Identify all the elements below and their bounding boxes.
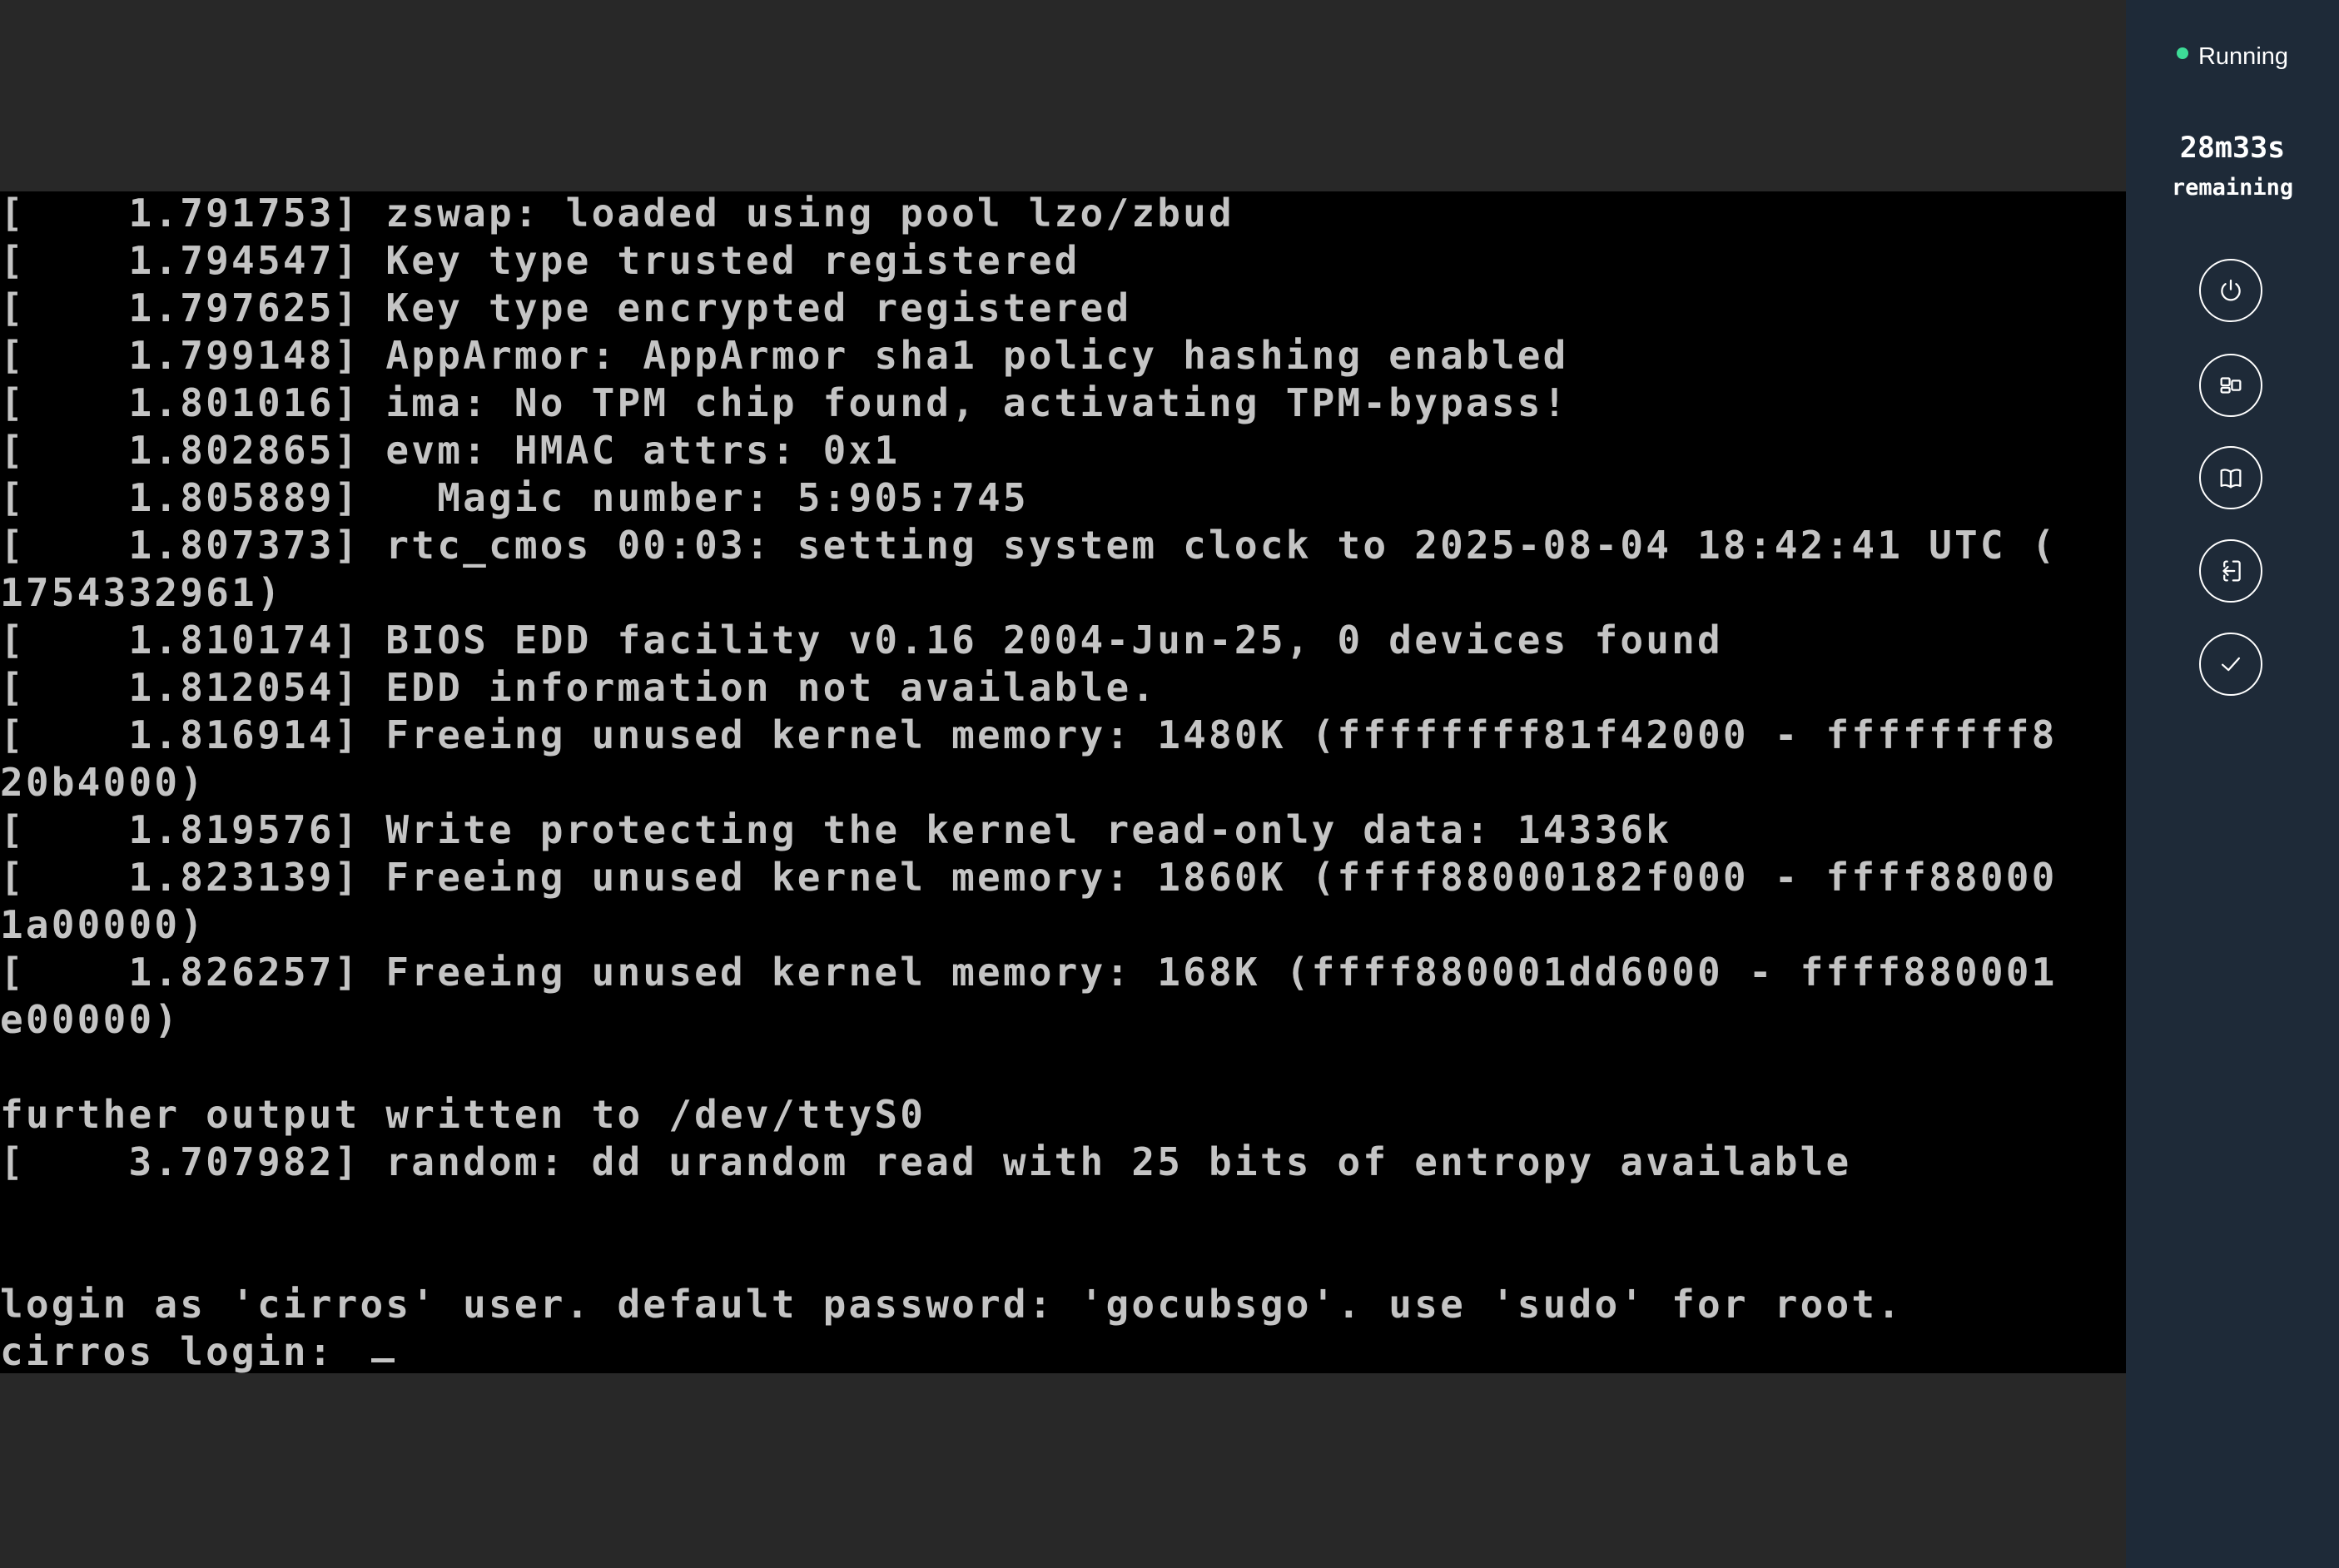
time-remaining-value: 28m33s (2179, 131, 2286, 165)
layout-icon (2220, 377, 2242, 394)
status-indicator: Running (2126, 38, 2339, 75)
power-button[interactable] (2199, 259, 2262, 322)
console-line: login as 'cirros' user. default password… (0, 1282, 1904, 1327)
layout-button[interactable] (2199, 354, 2262, 417)
console-line: 20b4000) (0, 760, 206, 805)
complete-button[interactable] (2199, 633, 2262, 696)
exit-icon (2222, 560, 2241, 582)
checkmark-icon (2221, 657, 2241, 672)
console-line: [ 1.799148] AppArmor: AppArmor sha1 poli… (0, 333, 1569, 378)
console-line: [ 1.810174] BIOS EDD facility v0.16 2004… (0, 618, 1723, 662)
console-line: further output written to /dev/ttyS0 (0, 1092, 926, 1137)
console-line: [ 1.823139] Freeing unused kernel memory… (0, 855, 2058, 900)
console-line: e00000) (0, 997, 181, 1042)
console-line: [ 1.791753] zswap: loaded using pool lzo… (0, 191, 1234, 236)
console-line: [ 1.797625] Key type encrypted registere… (0, 285, 1132, 330)
docs-button[interactable] (2199, 446, 2262, 509)
console-line: 1754332961) (0, 570, 283, 615)
vm-console-screen[interactable]: [ 1.791753] zswap: loaded using pool lzo… (0, 191, 2126, 1373)
console-line: [ 1.805889] Magic number: 5:905:745 (0, 475, 1029, 520)
console-line: [ 1.802865] evm: HMAC attrs: 0x1 (0, 428, 901, 473)
book-icon (2220, 469, 2242, 489)
console-line: cirros login: (0, 1329, 360, 1373)
power-icon (2221, 279, 2241, 301)
exit-button[interactable] (2199, 539, 2262, 603)
console-line: [ 1.812054] EDD information not availabl… (0, 665, 1158, 710)
console-line: [ 1.807373] rtc_cmos 00:03: setting syst… (0, 523, 2058, 568)
time-remaining-label: remaining (2171, 175, 2294, 201)
console-line: [ 1.801016] ima: No TPM chip found, acti… (0, 380, 1569, 425)
console-line: [ 1.816914] Freeing unused kernel memory… (0, 712, 2058, 757)
vm-viewport: [ 1.791753] zswap: loaded using pool lzo… (0, 0, 2126, 1568)
console-line: 1a00000) (0, 902, 206, 947)
status-label: Running (2197, 43, 2289, 70)
console-line: [ 1.794547] Key type trusted registered (0, 238, 1080, 283)
console-line: [ 1.826257] Freeing unused kernel memory… (0, 950, 2058, 995)
text-cursor (371, 1358, 395, 1362)
status-dot-icon (2176, 47, 2188, 59)
control-sidebar: Running 28m33s remaining (2126, 0, 2339, 1568)
console-line: [ 1.819576] Write protecting the kernel … (0, 807, 1672, 852)
console-line: [ 3.707982] random: dd urandom read with… (0, 1139, 1852, 1184)
